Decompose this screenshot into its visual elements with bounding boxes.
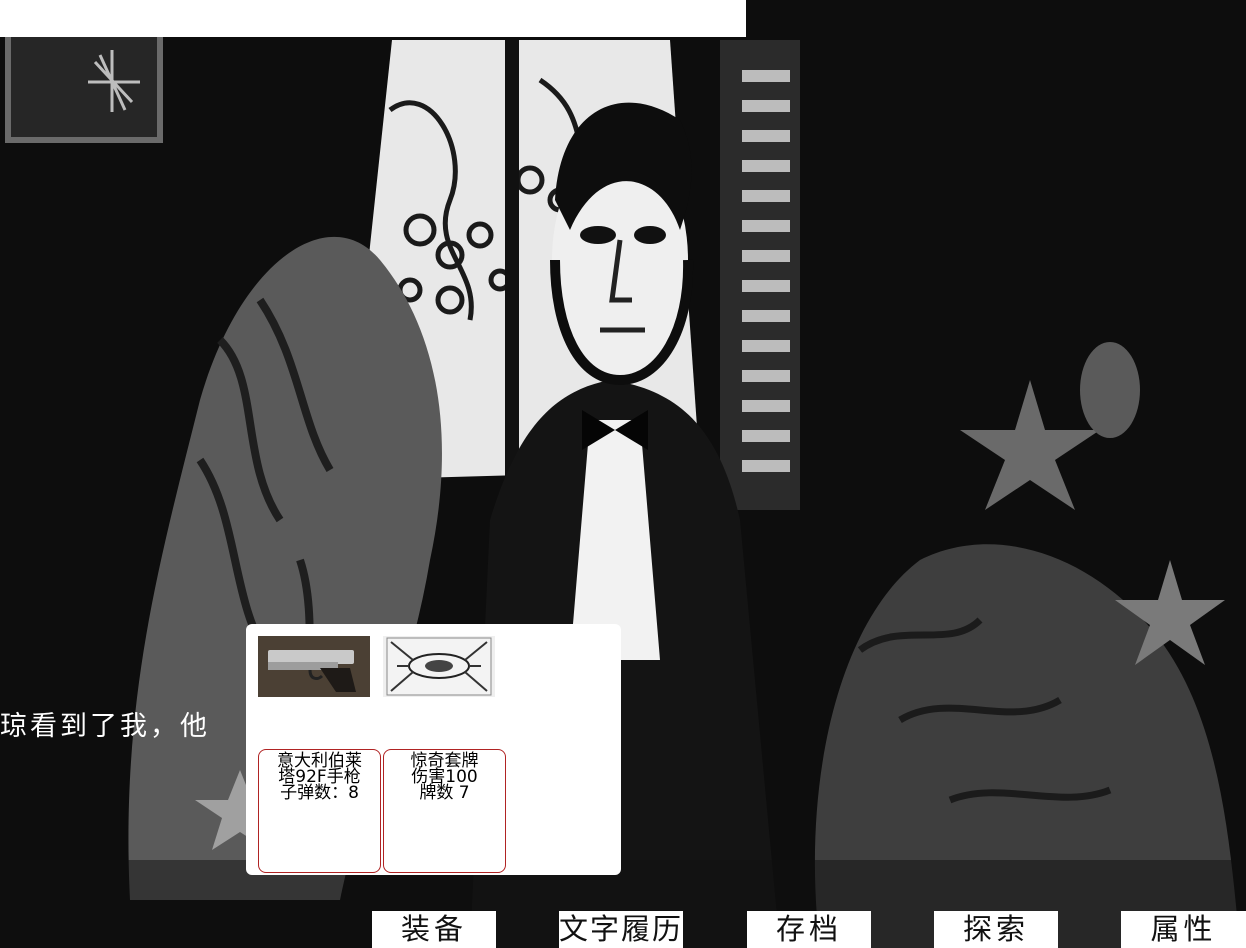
narration-text: 琼看到了我，他 — [0, 711, 210, 742]
card-deck-item-image[interactable] — [383, 636, 495, 697]
pistol-icon — [258, 636, 370, 697]
attributes-button[interactable]: 属性 — [1121, 911, 1246, 948]
pistol-item-image[interactable] — [258, 636, 370, 697]
pistol-card[interactable]: 意大利伯莱 塔92F手枪 子弹数：8 — [258, 749, 381, 873]
top-bar — [0, 0, 746, 37]
deck-count: 牌数 7 — [419, 783, 470, 803]
text-history-button[interactable]: 文字履历 — [559, 911, 683, 948]
pistol-ammo: 子弹数：8 — [280, 783, 359, 803]
card-deck-card[interactable]: 惊奇套牌 伤害100 牌数 7 — [383, 749, 506, 873]
card-deck-icon — [386, 637, 492, 696]
explore-button[interactable]: 探索 — [934, 911, 1058, 948]
equip-button[interactable]: 装备 — [372, 911, 496, 948]
inventory-panel: 意大利伯莱 塔92F手枪 子弹数：8 惊奇套牌 伤害100 牌数 7 — [246, 624, 621, 875]
save-button[interactable]: 存档 — [747, 911, 871, 948]
scene-illustration — [0, 0, 1246, 948]
